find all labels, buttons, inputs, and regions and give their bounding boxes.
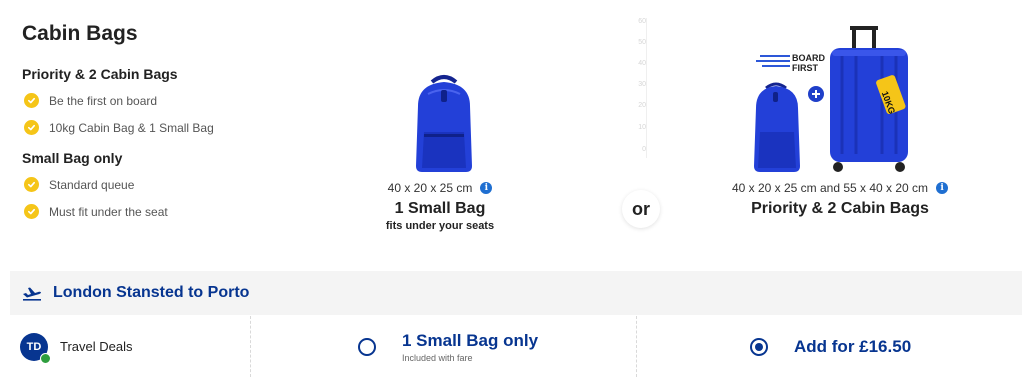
check-icon xyxy=(24,93,39,108)
scale-tick: 60 xyxy=(638,18,646,25)
check-icon xyxy=(24,177,39,192)
feature-item: Standard queue xyxy=(22,176,262,193)
priority-bags-image: BOARD FIRST 10KG xyxy=(754,26,908,172)
feature-label: 10kg Cabin Bag & 1 Small Bag xyxy=(49,120,214,135)
priority-option: 40 x 20 x 25 cm and 55 x 40 x 20 cm i Pr… xyxy=(700,181,980,218)
route-title: London Stansted to Porto xyxy=(53,284,250,301)
feature-label: Be the first on board xyxy=(49,93,158,108)
check-icon xyxy=(24,204,39,219)
scale-tick: 0 xyxy=(642,146,646,153)
small-bag-group-title: Small Bag only xyxy=(22,150,123,166)
small-bag-radio[interactable] xyxy=(358,337,376,356)
small-bag-dimensions-line: 40 x 20 x 25 cm i xyxy=(360,181,520,195)
fare-row: TD Travel Deals 1 Small Bag only Include… xyxy=(10,316,1022,377)
priority-group-title: Priority & 2 Cabin Bags xyxy=(22,66,178,82)
verified-icon xyxy=(40,352,51,364)
board-first-line1: BOARD xyxy=(792,53,825,63)
info-icon[interactable]: i xyxy=(480,182,493,194)
feature-label: Standard queue xyxy=(49,177,135,192)
fare-type-label: Travel Deals xyxy=(60,339,133,354)
small-bag-group: Small Bag only Standard queue Must fit u… xyxy=(22,150,262,220)
section-title: Cabin Bags xyxy=(22,22,138,45)
column-divider xyxy=(636,316,637,377)
plane-takeoff-icon xyxy=(23,287,41,301)
size-scale: 60 50 40 30 20 10 0 xyxy=(636,18,656,158)
feature-label: Must fit under the seat xyxy=(49,204,168,219)
travel-deals-badge-text: TD xyxy=(26,340,42,353)
feature-item: 10kg Cabin Bag & 1 Small Bag xyxy=(22,119,262,136)
board-first-line2: FIRST xyxy=(792,63,819,73)
scale-tick: 40 xyxy=(638,60,646,67)
scale-tick: 10 xyxy=(638,124,646,131)
board-first-logo: BOARD FIRST xyxy=(756,53,825,73)
priority-dimensions: 40 x 20 x 25 cm and 55 x 40 x 20 cm xyxy=(731,181,929,195)
small-bag-choice-text: 1 Small Bag only Included with fare xyxy=(402,331,538,363)
info-icon[interactable]: i xyxy=(936,182,949,194)
priority-add-price: Add for £16.50 xyxy=(794,336,912,356)
backpack-image xyxy=(416,75,472,172)
scale-tick: 30 xyxy=(638,81,646,88)
priority-group: Priority & 2 Cabin Bags Be the first on … xyxy=(22,66,262,136)
scale-tick: 50 xyxy=(638,39,646,46)
priority-name: Priority & 2 Cabin Bags xyxy=(751,200,929,217)
scale-tick: 20 xyxy=(638,102,646,109)
scale-line xyxy=(646,18,647,158)
feature-item: Must fit under the seat xyxy=(22,203,262,220)
small-bag-dimensions: 40 x 20 x 25 cm xyxy=(387,181,473,195)
small-bag-subtitle: fits under your seats xyxy=(385,220,495,232)
fare-type: TD Travel Deals xyxy=(10,316,250,377)
small-bag-choice[interactable]: 1 Small Bag only Included with fare xyxy=(358,316,598,377)
travel-deals-badge: TD xyxy=(20,332,51,364)
route-header: London Stansted to Porto xyxy=(10,271,1022,315)
small-bag-name: 1 Small Bag xyxy=(394,200,486,217)
feature-item: Be the first on board xyxy=(22,92,262,109)
small-bag-choice-title: 1 Small Bag only xyxy=(402,330,539,350)
priority-radio[interactable] xyxy=(750,337,768,356)
priority-choice[interactable]: Add for £16.50 xyxy=(750,316,1010,377)
cabin-bags-info: Cabin Bags Priority & 2 Cabin Bags Be th… xyxy=(22,22,262,230)
small-bag-choice-sub: Included with fare xyxy=(402,352,473,363)
or-divider: or xyxy=(622,190,660,228)
column-divider xyxy=(250,316,251,377)
priority-dimensions-line: 40 x 20 x 25 cm and 55 x 40 x 20 cm i xyxy=(700,181,980,195)
small-bag-option: 40 x 20 x 25 cm i 1 Small Bag fits under… xyxy=(360,181,520,232)
check-icon xyxy=(24,120,39,135)
